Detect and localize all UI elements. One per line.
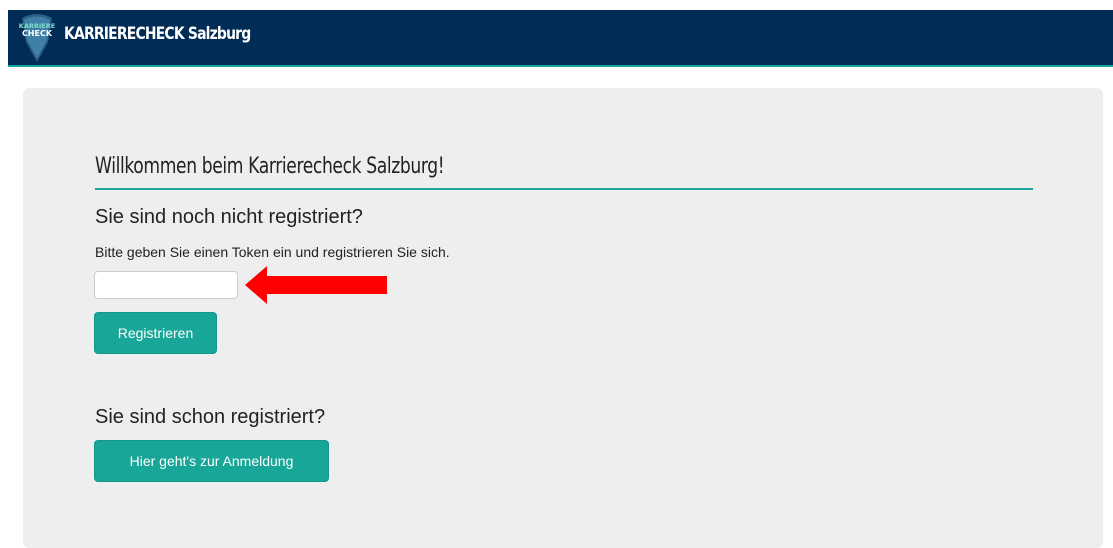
login-heading: Sie sind schon registriert? (95, 406, 326, 428)
red-arrow-icon (245, 266, 387, 304)
welcome-panel: Willkommen beim Karrierecheck Salzburg! … (23, 88, 1103, 548)
register-hint: Bitte geben Sie einen Token ein und regi… (95, 244, 450, 260)
welcome-header: Willkommen beim Karrierecheck Salzburg! (95, 152, 1033, 190)
token-input[interactable] (94, 271, 238, 299)
welcome-title: Willkommen beim Karrierecheck Salzburg! (95, 154, 445, 179)
login-button[interactable]: Hier geht's zur Anmeldung (94, 440, 329, 482)
register-button[interactable]: Registrieren (94, 312, 217, 354)
navbar: KARRIERE CHECK KARRIERECHECK Salzburg (8, 10, 1113, 67)
register-heading: Sie sind noch nicht registriert? (95, 206, 363, 228)
karrierecheck-logo[interactable]: KARRIERE CHECK (18, 12, 56, 64)
svg-text:CHECK: CHECK (22, 29, 53, 38)
brand-title[interactable]: KARRIERECHECK Salzburg (64, 24, 251, 44)
